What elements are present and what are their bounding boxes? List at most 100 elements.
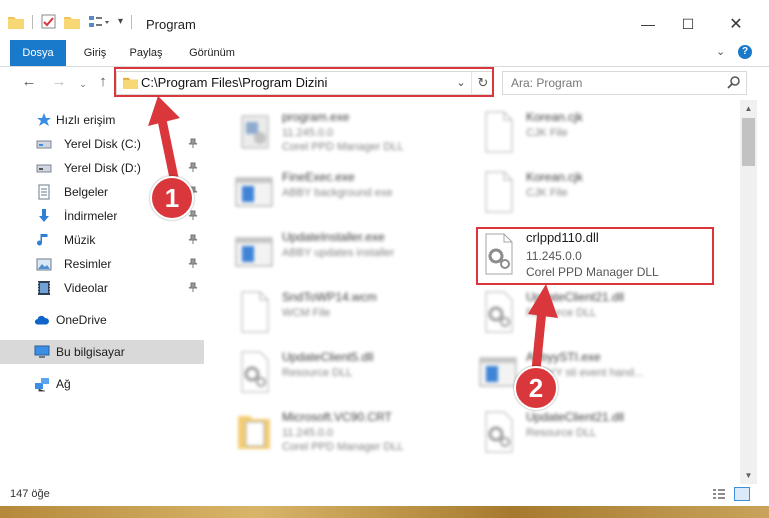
file-detail: 11.245.0.0 [282, 127, 334, 139]
music-icon [37, 234, 48, 246]
forward-arrow-icon[interactable]: → [50, 73, 68, 91]
file-item[interactable]: Microsoft.VC90.CRT 11.245.0.0 Corel PPD … [234, 406, 474, 462]
sidebar-item-this-pc[interactable]: Bu bilgisayar [0, 340, 204, 364]
pin-icon[interactable] [188, 210, 198, 220]
search-input[interactable]: Ara: Program [502, 71, 747, 95]
scroll-thumb[interactable] [742, 118, 755, 166]
help-icon[interactable]: ? [738, 45, 752, 59]
documents-icon [38, 184, 50, 200]
sidebar-item-videos[interactable]: Videolar [0, 276, 204, 300]
file-detail: ABBY updates installer [282, 247, 395, 259]
explorer-window: ▾ Program — ☐ ✕ Dosya Giriş Paylaş Görün… [0, 0, 769, 518]
file-item[interactable]: FineExec.exe ABBY background exe [234, 166, 474, 222]
sidebar-item-onedrive[interactable]: OneDrive [0, 308, 204, 332]
scroll-down-icon[interactable]: ▼ [740, 467, 757, 484]
exe-window-icon [235, 237, 273, 267]
sidebar-item-music[interactable]: Müzik [0, 228, 204, 252]
vertical-scrollbar[interactable]: ▲ ▼ [740, 100, 757, 484]
recent-locations-icon[interactable]: ⌄ [74, 75, 92, 93]
blank-file-icon [241, 291, 269, 333]
star-icon [37, 113, 51, 126]
title-bar: ▾ Program — ☐ ✕ [0, 0, 769, 40]
file-detail: WCM File [282, 307, 331, 319]
view-menu-icon[interactable] [88, 15, 110, 29]
tab-gorunum[interactable]: Görünüm [182, 40, 242, 66]
tab-giris[interactable]: Giriş [76, 40, 114, 66]
callout-arrow-1 [148, 96, 180, 182]
up-arrow-icon[interactable]: ↑ [94, 73, 112, 91]
file-item[interactable]: Korean.cjk CJK File [478, 166, 718, 222]
tab-dosya[interactable]: Dosya [10, 40, 66, 66]
details-view-icon[interactable] [712, 488, 726, 500]
file-name: FineExec.exe [282, 170, 355, 184]
sidebar-item-label: Bu bilgisayar [56, 345, 125, 359]
file-detail: CJK File [526, 187, 568, 199]
toolbar-divider [32, 14, 33, 29]
blank-file-icon [485, 111, 513, 153]
file-item[interactable]: UpdateInstaller.exe ABBY updates install… [234, 226, 474, 282]
callout-step-2: 2 [514, 366, 558, 410]
file-item[interactable]: Korean.cjk CJK File [478, 106, 718, 162]
quick-access-toolbar: ▾ [8, 14, 133, 29]
dll-gear-icon [241, 351, 269, 393]
drive-icon [36, 164, 52, 173]
tiles-view-icon[interactable] [734, 487, 750, 501]
sidebar-item-network[interactable]: Ağ [0, 372, 204, 396]
file-item[interactable]: UpdateClient21.dll Resource DLL [478, 286, 718, 342]
exe-app-icon [241, 115, 269, 149]
new-folder-icon[interactable] [64, 15, 80, 29]
file-name: UpdateInstaller.exe [282, 230, 385, 244]
videos-icon [38, 281, 50, 295]
sidebar-item-label: OneDrive [56, 313, 107, 327]
file-description: Corel PPD Manager DLL [282, 441, 404, 453]
sidebar-item-label: Yerel Disk (C:) [64, 137, 141, 151]
search-icon[interactable] [727, 75, 741, 89]
file-detail: 11.245.0.0 [282, 427, 334, 439]
title-divider [131, 14, 133, 29]
exe-window-icon [235, 177, 273, 207]
scroll-up-icon[interactable]: ▲ [740, 100, 757, 117]
expand-ribbon-icon[interactable]: ⌄ [716, 45, 725, 58]
file-description: Corel PPD Manager DLL [282, 141, 404, 153]
file-highlight-box [476, 227, 714, 285]
file-detail: Resource DLL [526, 427, 597, 439]
callout-arrow-2 [528, 284, 558, 374]
file-item[interactable]: SndToWP14.wcm WCM File [234, 286, 474, 342]
sidebar-item-label: Belgeler [64, 185, 109, 199]
maximize-button[interactable]: ☐ [665, 10, 711, 38]
desktop-background [0, 506, 769, 518]
back-arrow-icon[interactable]: ← [20, 73, 38, 91]
search-placeholder: Ara: Program [511, 76, 583, 90]
file-item[interactable]: program.exe 11.245.0.0 Corel PPD Manager… [234, 106, 474, 162]
pin-icon[interactable] [188, 258, 198, 268]
file-name: SndToWP14.wcm [282, 290, 377, 304]
file-name: Microsoft.VC90.CRT [282, 410, 392, 424]
exe-window-icon [479, 357, 517, 387]
sidebar-item-label: Yerel Disk (D:) [64, 161, 141, 175]
pin-icon[interactable] [188, 282, 198, 292]
file-detail: Resource DLL [282, 367, 353, 379]
file-detail: ABBY background exe [282, 187, 393, 199]
pin-icon[interactable] [188, 234, 198, 244]
file-item[interactable]: UpdateClient5.dll Resource DLL [234, 346, 474, 402]
callout-step-1: 1 [150, 176, 194, 220]
item-count: 147 öğe [10, 488, 50, 500]
network-icon [35, 378, 49, 392]
sidebar-item-label: İndirmeler [64, 209, 118, 223]
sidebar-item-label: Ağ [56, 377, 71, 391]
file-name: program.exe [282, 110, 350, 124]
window-title: Program [146, 17, 196, 32]
tab-paylas[interactable]: Paylaş [124, 40, 168, 66]
blank-file-icon [485, 171, 513, 213]
close-button[interactable]: ✕ [713, 10, 759, 38]
file-name: Korean.cjk [526, 110, 583, 124]
computer-icon [34, 345, 50, 358]
sidebar-item-pictures[interactable]: Resimler [0, 252, 204, 276]
file-item[interactable]: UpdateClient21.dll Resource DLL [478, 406, 718, 462]
customize-toolbar-icon[interactable]: ▾ [118, 16, 123, 27]
file-name: UpdateClient5.dll [282, 350, 374, 364]
properties-icon[interactable] [41, 14, 56, 29]
sidebar-item-label: Hızlı erişim [56, 113, 116, 127]
pictures-icon [36, 258, 52, 271]
file-name: UpdateClient21.dll [526, 410, 625, 424]
